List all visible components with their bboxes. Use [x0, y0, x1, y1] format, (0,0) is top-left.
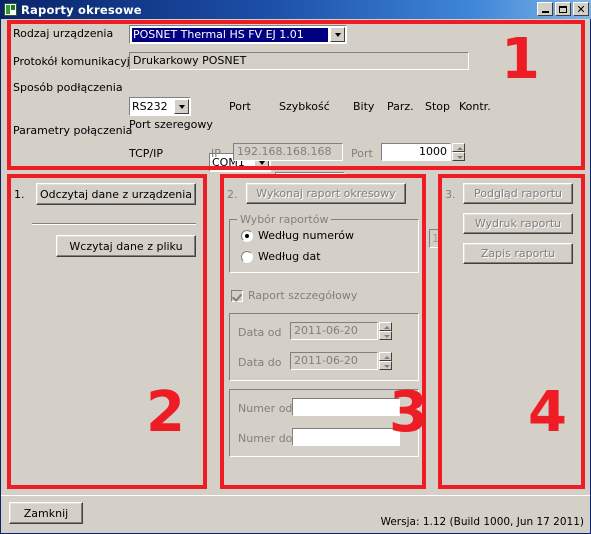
chevron-down-icon[interactable]	[174, 99, 189, 114]
maximize-button[interactable]	[555, 2, 571, 16]
number-to-field[interactable]	[292, 428, 400, 446]
spinner-up-icon	[379, 322, 392, 331]
date-from-label: Data od	[238, 326, 282, 339]
report-selection-group: Wybór raportów Według numerów Według dat	[229, 213, 419, 273]
number-to-label: Numer do	[238, 432, 293, 445]
step-2-label: 2.	[227, 188, 238, 201]
version-label: Wersja: 1.12 (Build 1000, Jun 17 2011)	[380, 516, 584, 528]
window-title: Raporty okresowe	[21, 2, 142, 17]
read-data-panel: 1. Odczytaj dane z urządzenia Wczytaj da…	[7, 174, 207, 489]
report-options-panel: 2. Wykonaj raport okresowy Wybór raportó…	[220, 174, 426, 489]
step-1-label: 1.	[14, 188, 25, 201]
column-header-bits: Bity	[353, 100, 375, 113]
checkbox-checked-icon	[231, 289, 243, 302]
print-report-button: Wydruk raportu	[463, 213, 573, 234]
tcp-port-label: Port	[351, 147, 373, 160]
protocol-value: Drukarkowy POSNET	[129, 52, 469, 70]
connection-method-label: Sposób podłączenia	[13, 81, 123, 94]
status-bar: Zamknij Wersja: 1.12 (Build 1000, Jun 17…	[1, 495, 590, 533]
number-from-field[interactable]	[292, 398, 400, 416]
device-type-value: POSNET Thermal HS FV EJ 1.01	[132, 28, 328, 42]
window-controls: ✕	[537, 2, 589, 16]
number-from-label: Numer od	[238, 402, 293, 415]
read-from-device-button[interactable]: Odczytaj dane z urządzenia	[36, 183, 196, 205]
column-header-port: Port	[229, 100, 251, 113]
protocol-label: Protokół komunikacyjny	[13, 55, 144, 68]
detailed-report-label: Raport szczegółowy	[248, 289, 358, 302]
close-dialog-button[interactable]: Zamknij	[9, 502, 83, 524]
spinner-up-icon[interactable]	[452, 143, 465, 152]
radio-by-dates[interactable]: Według dat	[241, 250, 321, 263]
ip-label: IP	[211, 147, 221, 160]
read-from-file-button[interactable]: Wczytaj dane z pliku	[56, 235, 196, 257]
save-report-button: Zapis raportu	[463, 243, 573, 264]
maximize-icon	[559, 5, 567, 13]
spinner-down-icon[interactable]	[452, 152, 465, 161]
device-type-label: Rodzaj urządzenia	[13, 27, 114, 40]
chevron-down-icon[interactable]	[330, 27, 345, 42]
date-to-label: Data do	[238, 356, 282, 369]
spinner-down-icon	[379, 331, 392, 340]
title-bar: Raporty okresowe ✕	[1, 0, 591, 19]
connection-params-label: Parametry połączenia	[13, 124, 133, 137]
close-icon: ✕	[576, 2, 586, 16]
step-3-label: 3.	[445, 188, 456, 201]
radio-by-dates-label: Według dat	[258, 250, 321, 263]
connection-method-combo[interactable]: RS232	[129, 97, 191, 116]
close-button[interactable]: ✕	[573, 2, 589, 16]
serial-port-label: Port szeregowy	[129, 118, 213, 131]
date-range-group: Data od 2011-06-20 Data do 2011-06-20	[229, 313, 419, 381]
column-header-speed: Szybkość	[279, 100, 330, 113]
date-from-spinner	[379, 322, 392, 340]
spinner-up-icon	[379, 352, 392, 361]
radio-by-numbers-label: Według numerów	[258, 229, 354, 242]
minimize-button[interactable]	[537, 2, 553, 16]
annotation-number-1: 1	[501, 27, 540, 92]
minimize-icon	[541, 10, 549, 13]
number-range-group: Numer od Numer do	[229, 389, 419, 457]
ip-field: 192.168.168.168	[233, 143, 343, 161]
run-period-report-button: Wykonaj raport okresowy	[246, 183, 406, 204]
connection-method-value: RS232	[132, 100, 168, 113]
column-header-stop: Stop	[425, 100, 451, 113]
spinner-down-icon	[379, 361, 392, 370]
radio-unselected-icon	[241, 250, 253, 263]
radio-by-numbers[interactable]: Według numerów	[241, 229, 354, 242]
column-header-control: Kontr.	[459, 100, 491, 113]
device-type-combo[interactable]: POSNET Thermal HS FV EJ 1.01	[129, 25, 347, 44]
date-from-field: 2011-06-20	[290, 322, 378, 340]
column-header-parity: Parz.	[387, 100, 414, 113]
application-window: Raporty okresowe ✕ Rodzaj urządzenia POS…	[0, 0, 591, 534]
report-selection-group-title: Wybór raportów	[237, 213, 332, 226]
preview-report-button: Podgląd raportu	[463, 183, 573, 204]
tcp-port-spinner[interactable]	[452, 143, 465, 161]
date-to-spinner	[379, 352, 392, 370]
report-output-panel: 3. Podgląd raportu Wydruk raportu Zapis …	[438, 174, 585, 489]
panel1-separator	[32, 223, 196, 225]
tcp-port-field[interactable]: 1000	[381, 143, 451, 161]
app-icon	[4, 3, 17, 16]
tcpip-label: TCP/IP	[129, 147, 163, 160]
date-to-field: 2011-06-20	[290, 352, 378, 370]
radio-selected-icon	[241, 229, 253, 242]
detailed-report-checkbox: Raport szczegółowy	[231, 289, 357, 302]
